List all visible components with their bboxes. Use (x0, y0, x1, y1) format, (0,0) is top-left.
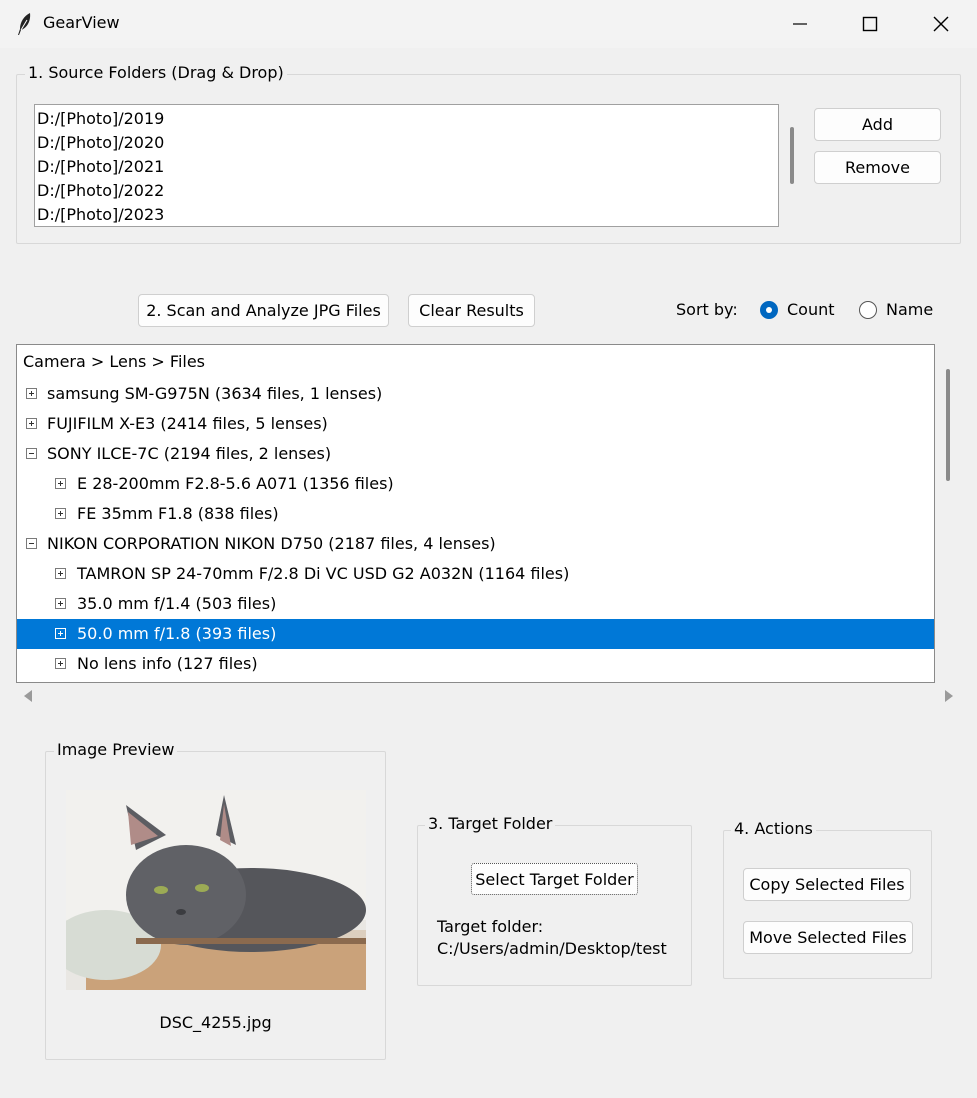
tree-header: Camera > Lens > Files (23, 352, 206, 371)
tree-row-label: TAMRON SP 24-70mm F/2.8 Di VC USD G2 A03… (77, 564, 570, 583)
target-folder-group (417, 825, 692, 986)
expand-icon[interactable] (26, 418, 37, 429)
tree-lens-row[interactable]: E 28-200mm F2.8-5.6 A071 (1356 files) (17, 469, 934, 499)
collapse-icon[interactable] (26, 448, 37, 459)
minimize-button[interactable] (780, 8, 820, 40)
actions-group (723, 830, 932, 979)
tree-row-label: E 28-200mm F2.8-5.6 A071 (1356 files) (77, 474, 394, 493)
folder-list-item[interactable]: D:/[Photo]/2021 (35, 155, 778, 179)
tree-row-label: SONY ILCE-7C (2194 files, 2 lenses) (47, 444, 332, 463)
folder-list-item[interactable]: D:/[Photo]/2022 (35, 179, 778, 203)
tree-row-label: 35.0 mm f/1.4 (503 files) (77, 594, 277, 613)
expand-icon[interactable] (55, 478, 66, 489)
tree-lens-row[interactable]: 50.0 mm f/1.8 (393 files) (17, 619, 934, 649)
select-target-folder-button[interactable]: Select Target Folder (471, 863, 638, 895)
target-folder-label: 3. Target Folder (425, 814, 556, 834)
scan-analyze-button[interactable]: 2. Scan and Analyze JPG Files (138, 294, 389, 327)
minimize-icon (793, 23, 807, 25)
actions-label: 4. Actions (731, 819, 816, 839)
expand-icon[interactable] (55, 628, 66, 639)
tree-row-label: samsung SM-G975N (3634 files, 1 lenses) (47, 384, 383, 403)
folder-list-item[interactable]: D:/[Photo]/2023 (35, 203, 778, 226)
tree-lens-row[interactable]: No lens info (127 files) (17, 649, 934, 679)
clear-results-button[interactable]: Clear Results (408, 294, 535, 327)
camera-lens-tree[interactable]: Camera > Lens > Files samsung SM-G975N (… (16, 344, 935, 683)
sort-count-label[interactable]: Count (787, 300, 835, 320)
tree-lens-row[interactable]: 35.0 mm f/1.4 (503 files) (17, 589, 934, 619)
copy-selected-files-button[interactable]: Copy Selected Files (743, 868, 911, 901)
expand-icon[interactable] (55, 508, 66, 519)
tree-camera-row[interactable]: FUJIFILM X-E3 (2414 files, 5 lenses) (17, 409, 934, 439)
tree-camera-row[interactable]: NIKON CORPORATION NIKON D750 (2187 files… (17, 529, 934, 559)
tree-camera-row[interactable]: SONY ILCE-7C (2194 files, 2 lenses) (17, 439, 934, 469)
source-folders-label: 1. Source Folders (Drag & Drop) (25, 63, 287, 83)
preview-filename: DSC_4255.jpg (159, 1013, 272, 1032)
collapse-icon[interactable] (26, 538, 37, 549)
sort-by-label: Sort by: (676, 300, 738, 319)
tree-row-label: No lens info (127 files) (77, 654, 258, 673)
source-folder-list[interactable]: D:/[Photo]/2019 D:/[Photo]/2020 D:/[Photo]… (34, 104, 779, 227)
window-title: GearView (43, 13, 120, 32)
tree-lens-row[interactable]: FE 35mm F1.8 (838 files) (17, 499, 934, 529)
maximize-button[interactable] (850, 8, 890, 40)
sort-name-radio[interactable] (859, 301, 877, 319)
close-button[interactable] (921, 8, 961, 40)
tree-row-label: 50.0 mm f/1.8 (393 files) (77, 624, 277, 643)
folder-list-item[interactable]: D:/[Photo]/2019 (35, 107, 778, 131)
maximize-icon (862, 16, 878, 32)
close-icon (933, 16, 949, 32)
tree-lens-row[interactable]: TAMRON SP 24-70mm F/2.8 Di VC USD G2 A03… (17, 559, 934, 589)
remove-folder-button[interactable]: Remove (814, 151, 941, 184)
sort-count-radio[interactable] (760, 301, 778, 319)
sort-name-label[interactable]: Name (886, 300, 933, 320)
expand-icon[interactable] (55, 598, 66, 609)
add-folder-button[interactable]: Add (814, 108, 941, 141)
image-preview-label: Image Preview (54, 740, 178, 760)
folder-list-item[interactable]: D:/[Photo]/2020 (35, 131, 778, 155)
tree-row-label: FUJIFILM X-E3 (2414 files, 5 lenses) (47, 414, 328, 433)
title-bar: GearView (0, 0, 977, 48)
folder-list-scrollbar[interactable] (790, 127, 794, 184)
tree-row-label: NIKON CORPORATION NIKON D750 (2187 files… (47, 534, 496, 553)
move-selected-files-button[interactable]: Move Selected Files (743, 921, 913, 954)
expand-icon[interactable] (26, 388, 37, 399)
expand-icon[interactable] (55, 658, 66, 669)
target-folder-caption: Target folder: (437, 917, 544, 936)
scroll-left-icon[interactable] (24, 690, 32, 702)
target-folder-path: C:/Users/admin/Desktop/test (437, 939, 667, 958)
feather-icon (18, 13, 31, 35)
tree-row-label: FE 35mm F1.8 (838 files) (77, 504, 279, 523)
scroll-right-icon[interactable] (945, 690, 953, 702)
tree-vertical-scrollbar[interactable] (946, 369, 950, 481)
expand-icon[interactable] (55, 568, 66, 579)
cat-photo-image (66, 790, 366, 990)
tree-camera-row[interactable]: samsung SM-G975N (3634 files, 1 lenses) (17, 379, 934, 409)
